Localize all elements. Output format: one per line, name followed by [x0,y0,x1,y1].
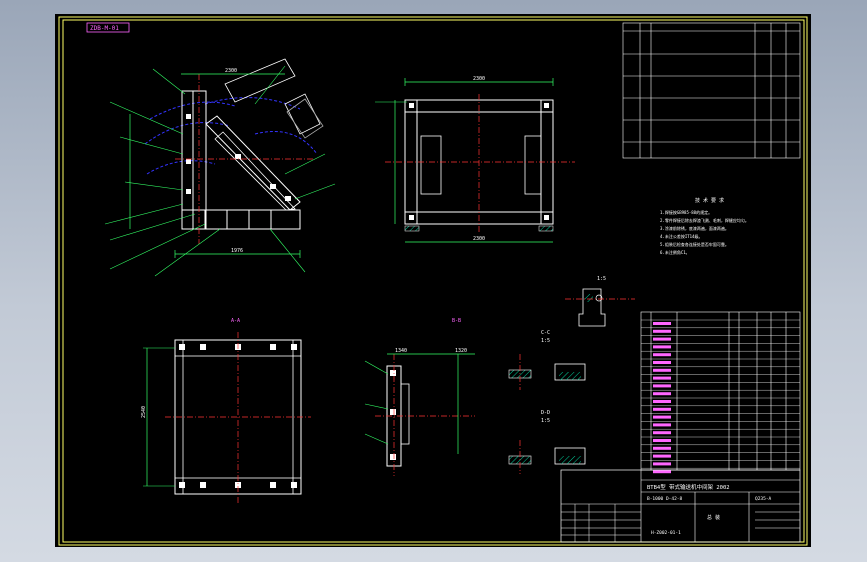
section-c-label: C-C [541,330,550,336]
title-drawing-no: B-1000 D-42-8 [647,496,683,502]
bom-row-code-mark [653,361,671,364]
notes-line: 1.焊接按GB985-88的规定。 [660,209,712,215]
bom-row-code-mark [653,353,671,357]
technical-notes: 技 术 要 求 1.焊接按GB985-88的规定。 2.零件焊接后除去焊渣飞溅、… [660,197,749,255]
plan-view: A-A 2540 [141,318,311,504]
notes-title: 技 术 要 求 [695,197,724,204]
notes-line: 3.涂漆前除锈，底漆两遍，面漆两遍。 [660,225,729,231]
bom-row-code-mark [653,470,671,474]
bom-row-code-mark [653,400,671,403]
bom-row-code-mark [653,368,671,372]
left-view: 1976 2300 [104,58,336,277]
dim-plan-left: 2540 [141,406,147,418]
bom-row-code-mark [653,454,671,458]
side-view: B-B 1340 1320 [364,318,475,476]
section-a-label: A-A [231,318,240,324]
dim-left-bottom: 1976 [231,248,243,254]
bom-row-code-mark [653,322,671,325]
front-view: 2300 2300 [375,76,575,243]
scale-label-3: 1:5 [541,418,550,424]
bom-row-code-mark [653,407,671,411]
tag-label: ZDB-M-01 [90,25,119,32]
section-b-label: B-B [452,318,461,324]
title-material: Q235-A [755,496,772,502]
detail-sections: 1:5 C-C 1:5 D-D 1:5 [508,276,635,474]
drawing-sheet: ZDB-M-01 1976 2300 2300 2300 A-A 2540 B-… [55,14,811,547]
scale-label-1: 1:5 [597,276,606,282]
notes-line: 2.零件焊接后除去焊渣飞溅、毛刺，焊缝应均匀。 [660,217,749,223]
bom-row-code-mark [653,423,671,427]
dim-side-left: 1340 [395,348,407,354]
bom-row-code-mark [653,462,671,466]
revision-table [622,22,801,159]
title-name: 总 装 [707,514,720,521]
dim-front-bottom: 2300 [473,236,485,242]
outer-border [58,16,808,546]
bom-row-code-mark [653,439,671,442]
bom-row-code-mark [653,337,671,341]
dim-front-top: 2300 [473,76,485,82]
section-d-label: D-D [541,410,550,416]
dim-side-mid: 1320 [455,348,467,354]
scale-label-2: 1:5 [541,338,550,344]
bom-row-code-mark [653,415,671,419]
inner-border [62,19,805,543]
bom-row-code-mark [653,392,671,396]
notes-line: 6.未注倒角C1。 [660,249,690,255]
bom-row-code-mark [653,345,671,349]
bom-rows [641,319,800,474]
bom-row-code-mark [653,384,671,388]
title-main: BTB4型 带式输送机中间架 2002 [647,483,730,491]
bom-row-code-mark [653,431,671,435]
notes-line: 5.组装后检查各连接处是否牢固可靠。 [660,241,729,247]
bom-row-code-mark [653,376,671,380]
title-block: BTB4型 带式输送机中间架 2002 B-1000 D-42-8 Q235-A… [560,469,801,543]
notes-line: 4.未注公差按IT14级。 [660,233,702,239]
bom-row-code-mark [653,329,671,333]
bom-row-code-mark [653,446,671,450]
cad-drawing: ZDB-M-01 1976 2300 2300 2300 A-A 2540 B-… [58,16,808,546]
dim-left-top: 2300 [225,68,237,74]
title-bottom-code: H-Z002-01-1 [651,530,681,536]
